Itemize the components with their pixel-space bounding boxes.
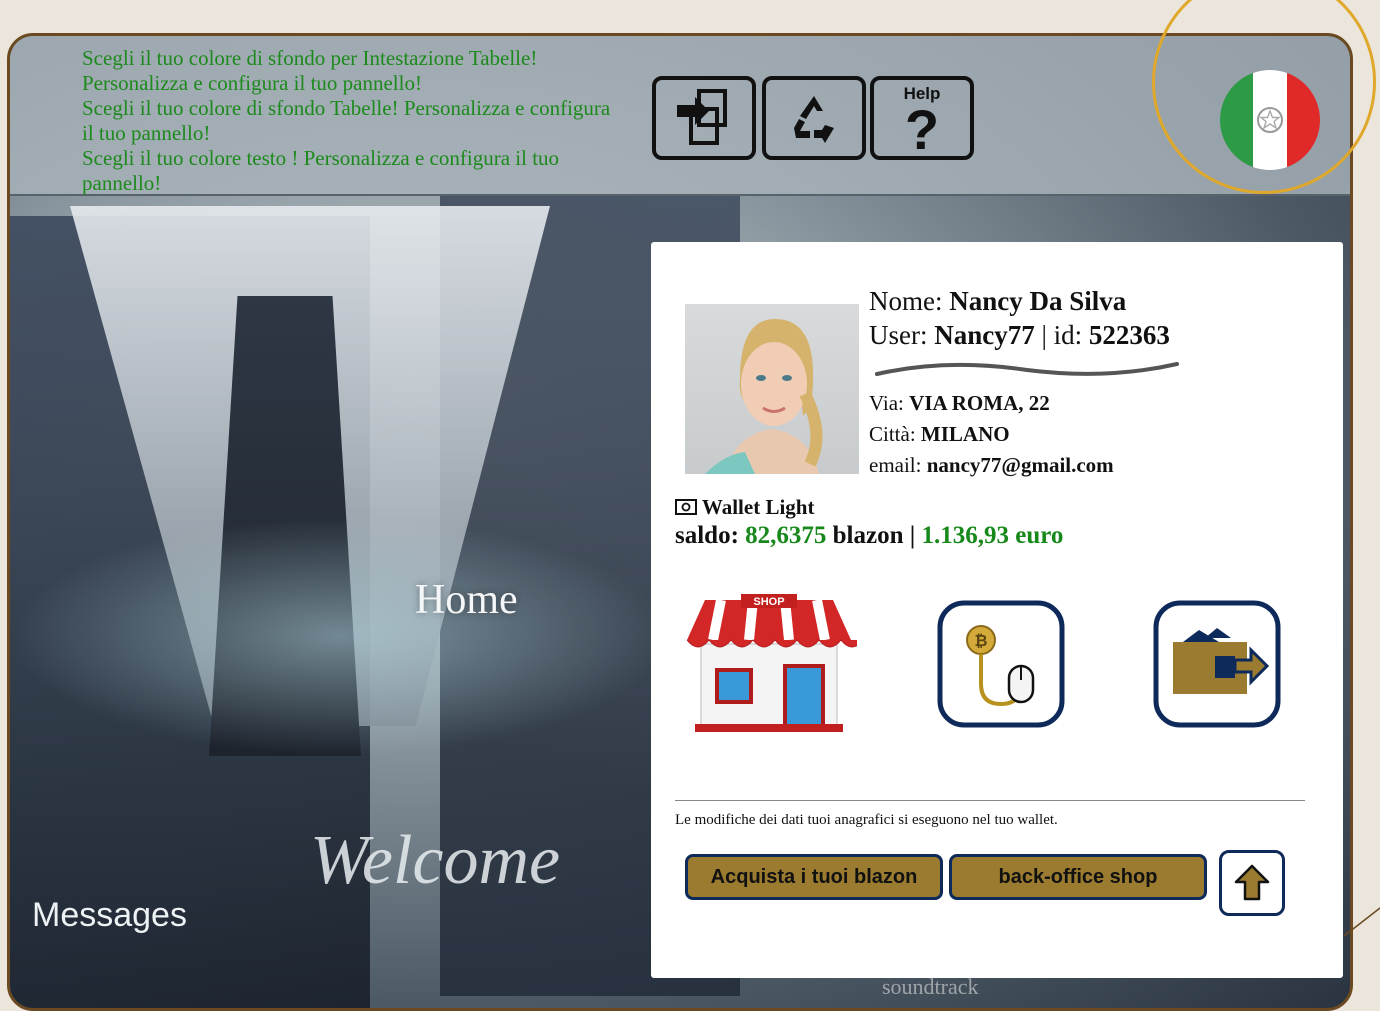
wallet-note: Le modifiche dei dati tuoi anagrafici si… [675,812,1058,828]
customize-line[interactable]: Scegli il tuo colore di sfondo Tabelle! … [82,96,652,121]
username: Nancy77 [934,320,1035,350]
welcome-text: Welcome [310,822,561,899]
email-value: nancy77@gmail.com [926,453,1114,477]
shop-icon: SHOP [686,594,864,732]
wallet-header: Wallet Light [675,495,814,520]
blazon-unit: blazon [832,522,904,549]
login-icon [677,89,727,145]
svg-text:?: ? [905,98,939,153]
scroll-up-button[interactable] [1219,850,1285,916]
id-label: | id: [1041,320,1083,350]
wallet-transfer-icon [1153,600,1281,728]
panel-divider [675,800,1305,801]
name-label: Nome: [869,286,943,316]
user-label: User: [869,320,928,350]
wallet-balance: saldo: 82,6375 blazon | 1.136,93 euro [675,522,1063,550]
saldo-label: saldo: [675,522,739,549]
top-bar: Scegli il tuo colore di sfondo per Intes… [10,36,1350,196]
wallet-transfer-button[interactable] [1153,600,1281,733]
customize-line[interactable]: Scegli il tuo colore testo ! Personalizz… [82,146,652,171]
messages-link[interactable]: Messages [32,896,187,935]
svg-text:₿: ₿ [974,632,987,650]
background-glow [10,516,670,756]
coin-mouse-icon: ₿ [937,600,1065,728]
buy-blazon-button[interactable]: Acquista i tuoi blazon [685,854,943,900]
city-row: Città: MILANO [869,419,1114,450]
profile-panel: Nome: Nancy Da Silva User: Nancy77 | id:… [651,242,1343,978]
city-label: Città: [869,422,916,446]
app-frame: Home Welcome Messages soundtrack Scegli … [7,33,1353,1011]
help-button[interactable]: Help ? [870,76,974,160]
customize-line[interactable]: il tuo pannello! [82,121,652,146]
blazon-amount: 82,6375 [745,522,827,549]
profile-address: Via: VIA ROMA, 22 Città: MILANO email: n… [869,388,1114,481]
wallet-title: Wallet Light [701,495,815,519]
balance-separator: | [909,522,916,549]
euro-amount: 1.136,93 [921,522,1010,549]
user-full-name: Nancy Da Silva [949,286,1127,316]
street-row: Via: VIA ROMA, 22 [869,388,1114,419]
customize-line[interactable]: Personalizza e configura il tuo pannello… [82,71,652,96]
name-row: Nome: Nancy Da Silva [869,284,1170,318]
profile-identity: Nome: Nancy Da Silva User: Nancy77 | id:… [869,284,1170,352]
user-id: 522363 [1088,320,1170,350]
wallet-icon [675,499,697,515]
signature-stroke [875,362,1179,376]
avatar-image [705,319,823,474]
help-icon: Help ? [904,84,941,153]
shop-button[interactable]: SHOP [681,594,864,739]
annotation-line [1343,907,1380,937]
email-row: email: nancy77@gmail.com [869,450,1114,481]
customize-line[interactable]: Scegli il tuo colore di sfondo per Intes… [82,46,652,71]
customize-line[interactable]: pannello! [82,171,652,196]
avatar [685,304,859,474]
recycle-button[interactable] [762,76,866,160]
user-row: User: Nancy77 | id: 522363 [869,318,1170,352]
customize-text: Scegli il tuo colore di sfondo per Intes… [82,46,652,196]
email-label: email: [869,453,922,477]
backoffice-shop-button[interactable]: back-office shop [949,854,1207,900]
street-label: Via: [869,391,904,415]
arrow-up-icon [1234,864,1270,901]
street-value: VIA ROMA, 22 [909,391,1050,415]
euro-unit: euro [1015,522,1064,549]
recycle-icon [794,96,834,143]
city-value: MILANO [920,422,1010,446]
login-button[interactable] [652,76,756,160]
crypto-mining-button[interactable]: ₿ [937,600,1065,733]
home-link[interactable]: Home [415,576,518,624]
shop-sign: SHOP [753,596,784,608]
